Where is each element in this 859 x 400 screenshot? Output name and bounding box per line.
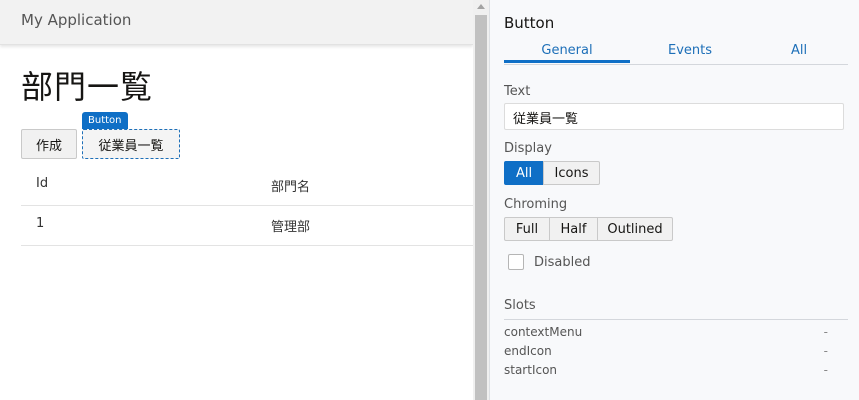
table-row[interactable]: 1 管理部 xyxy=(21,206,473,246)
inspector-tabs: General Events All xyxy=(504,38,848,65)
slot-row: startIcon - xyxy=(504,363,828,381)
cell-department-name: 管理部 xyxy=(271,220,311,235)
column-header-department-name[interactable]: 部門名 xyxy=(271,176,310,195)
department-table: Id 部門名 1 管理部 xyxy=(21,166,473,246)
create-button[interactable]: 作成 xyxy=(21,129,77,159)
slot-row: endIcon - xyxy=(504,344,828,362)
slot-value: - xyxy=(823,344,828,358)
slot-value: - xyxy=(823,363,828,377)
tab-general[interactable]: General xyxy=(504,43,630,58)
slots-section-header: Slots xyxy=(504,298,848,320)
chroming-label: Chroming xyxy=(504,197,568,212)
app-title: My Application xyxy=(21,11,132,29)
slot-name: contextMenu xyxy=(504,325,583,339)
scroll-thumb[interactable] xyxy=(475,15,487,400)
page-title: 部門一覧 xyxy=(21,68,154,106)
slot-row: contextMenu - xyxy=(504,325,828,343)
display-toggle: All Icons xyxy=(504,161,600,185)
slot-name: startIcon xyxy=(504,363,558,377)
disabled-checkbox-label: Disabled xyxy=(534,254,591,270)
tab-events[interactable]: Events xyxy=(630,43,750,58)
display-label: Display xyxy=(504,141,552,156)
table-header-row: Id 部門名 xyxy=(21,166,473,206)
property-inspector: Button General Events All Text 従業員一覧 Dis… xyxy=(489,0,859,400)
designer-window: My Application 部門一覧 作成 Button 従業員一覧 Id 部… xyxy=(0,0,859,400)
display-icons-option[interactable]: Icons xyxy=(543,161,600,185)
chroming-full-option[interactable]: Full xyxy=(504,217,550,241)
disabled-checkbox[interactable] xyxy=(508,254,524,270)
selection-badge: Button xyxy=(82,112,128,129)
chroming-outlined-option[interactable]: Outlined xyxy=(597,217,673,241)
employee-list-button[interactable]: 従業員一覧 xyxy=(82,129,180,159)
app-header: My Application xyxy=(0,0,473,45)
cell-id: 1 xyxy=(36,216,45,231)
slot-name: endIcon xyxy=(504,344,552,358)
active-tab-indicator xyxy=(504,60,630,63)
slot-value: - xyxy=(823,325,828,339)
tab-all[interactable]: All xyxy=(750,43,848,58)
vertical-scrollbar[interactable] xyxy=(473,0,489,400)
text-field[interactable]: 従業員一覧 xyxy=(504,103,844,130)
app-preview: My Application 部門一覧 作成 Button 従業員一覧 Id 部… xyxy=(0,0,473,400)
inspector-title: Button xyxy=(504,14,555,32)
display-all-option[interactable]: All xyxy=(504,161,544,185)
text-field-label: Text xyxy=(504,84,531,99)
chroming-toggle: Full Half Outlined xyxy=(504,217,673,241)
column-header-id[interactable]: Id xyxy=(36,176,48,191)
disabled-option[interactable]: Disabled xyxy=(508,253,590,271)
scroll-up-arrow-icon[interactable] xyxy=(477,4,485,9)
chroming-half-option[interactable]: Half xyxy=(549,217,598,241)
